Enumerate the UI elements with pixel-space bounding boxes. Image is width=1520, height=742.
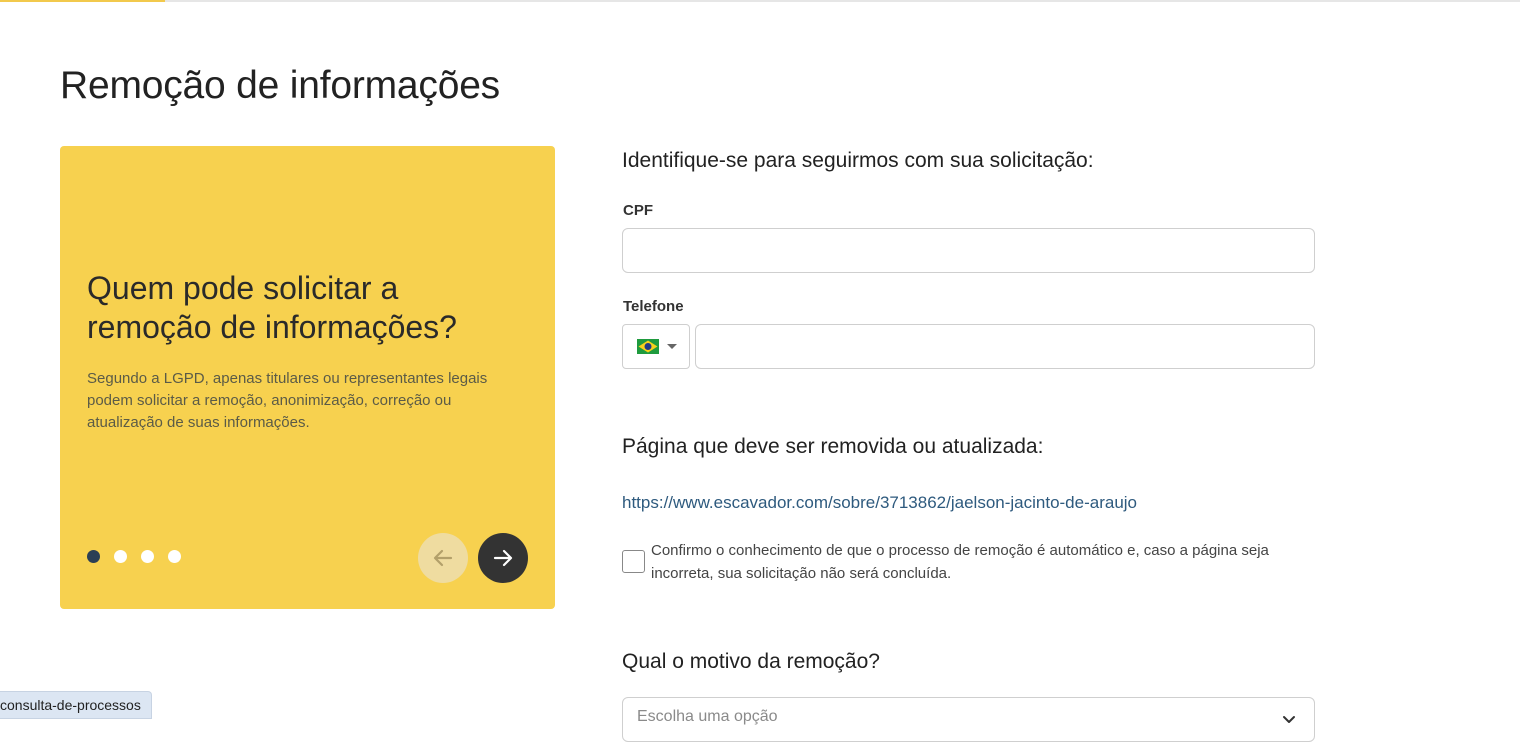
reason-title: Qual o motivo da remoção?: [622, 650, 880, 673]
carousel-heading: Quem pode solicitar a remoção de informa…: [87, 270, 457, 345]
arrow-left-icon: [433, 549, 453, 567]
brazil-flag-icon: [637, 339, 659, 354]
confirm-checkbox[interactable]: [622, 550, 645, 573]
page-title: Remoção de informações: [60, 64, 500, 107]
carousel-dot-2[interactable]: [114, 550, 127, 563]
info-carousel: Quem pode solicitar a remoção de informa…: [60, 146, 555, 609]
chevron-down-icon: [1283, 716, 1295, 723]
cpf-label: CPF: [623, 202, 653, 219]
reason-select[interactable]: Escolha uma opção: [622, 697, 1315, 742]
carousel-dot-3[interactable]: [141, 550, 154, 563]
top-accent-bar: [0, 0, 165, 2]
carousel-next-button[interactable]: [478, 533, 528, 583]
caret-down-icon: [667, 344, 677, 349]
carousel-text: Segundo a LGPD, apenas titulares ou repr…: [87, 370, 488, 431]
top-border: [0, 0, 1520, 2]
page-url-title: Página que deve ser removida ou atualiza…: [622, 435, 1044, 458]
phone-label: Telefone: [623, 298, 684, 315]
reason-select-placeholder: Escolha uma opção: [637, 708, 778, 725]
phone-country-select[interactable]: [622, 324, 690, 369]
confirm-label: Confirmo o conhecimento de que o process…: [651, 542, 1269, 582]
status-bar-link: consulta-de-processos: [0, 691, 152, 719]
carousel-prev-button[interactable]: [418, 533, 468, 583]
page-url-link[interactable]: https://www.escavador.com/sobre/3713862/…: [622, 493, 1137, 513]
arrow-right-icon: [493, 549, 513, 567]
identify-title: Identifique-se para seguirmos com sua so…: [622, 149, 1094, 172]
cpf-input[interactable]: [622, 228, 1315, 273]
carousel-dot-4[interactable]: [168, 550, 181, 563]
phone-input[interactable]: [695, 324, 1315, 369]
carousel-dots: [87, 550, 181, 563]
carousel-dot-1[interactable]: [87, 550, 100, 563]
